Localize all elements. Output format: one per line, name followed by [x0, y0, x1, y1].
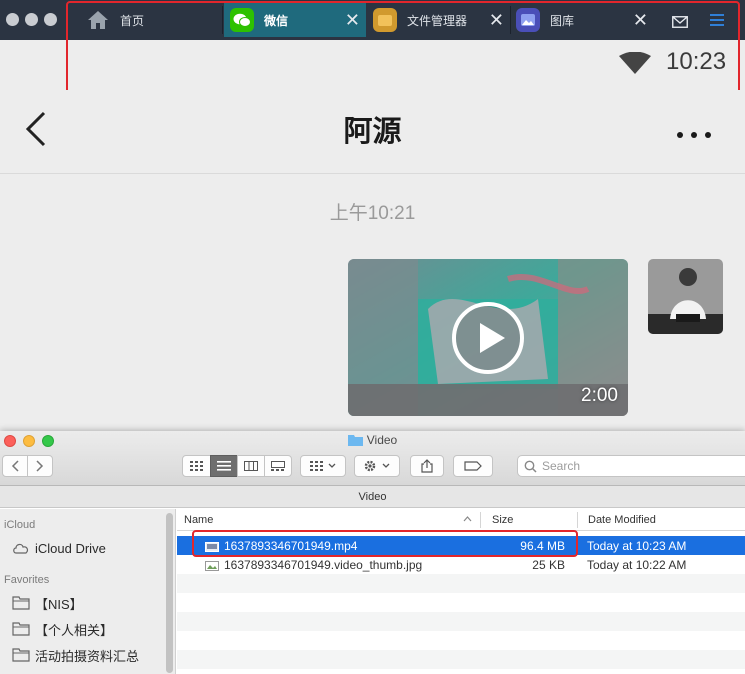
search-icon — [524, 459, 537, 479]
file-date: Today at 10:23 AM — [587, 539, 687, 553]
folder-icon — [347, 434, 363, 449]
folder-icon — [12, 596, 32, 610]
action-gear-button[interactable] — [354, 455, 400, 477]
sidebar-item-event-photos[interactable]: 活动拍摄资料汇总 — [12, 645, 139, 665]
sidebar-item-icloud-drive[interactable]: iCloud Drive — [12, 538, 106, 558]
empty-row — [177, 574, 745, 593]
forward-button[interactable] — [27, 455, 53, 477]
sidebar-item-label: 活动拍摄资料汇总 — [35, 648, 140, 664]
sidebar-item-label: 【NIS】 — [35, 596, 83, 612]
list-view-button[interactable] — [210, 455, 238, 477]
tags-button[interactable] — [453, 455, 493, 477]
column-size[interactable]: Size — [492, 514, 513, 526]
close-window-button[interactable] — [6, 13, 19, 26]
gallery-view-button[interactable] — [264, 455, 292, 477]
sidebar-item-nis[interactable]: 【NIS】 — [12, 593, 83, 613]
folder-icon — [12, 648, 32, 662]
more-options-icon[interactable] — [676, 120, 712, 145]
column-date-modified[interactable]: Date Modified — [588, 514, 656, 526]
image-file-icon — [205, 560, 219, 571]
share-button[interactable] — [410, 455, 444, 477]
folder-icon — [12, 622, 32, 636]
back-button[interactable] — [2, 455, 28, 477]
avatar[interactable] — [648, 259, 723, 334]
search-input[interactable]: Search — [517, 455, 745, 477]
table-row[interactable]: 1637893346701949.video_thumb.jpg 25 KB T… — [177, 555, 745, 574]
chat-title: 阿源 — [343, 114, 402, 148]
sidebar-scrollbar[interactable] — [166, 513, 173, 673]
group-by-button[interactable] — [300, 455, 346, 477]
finder-sidebar: iCloud iCloud Drive Favorites 【NIS】 【个人相… — [0, 509, 176, 674]
column-header: Name Size Date Modified — [177, 509, 745, 531]
sidebar-item-personal[interactable]: 【个人相关】 — [12, 619, 113, 639]
finder-toolbar: Video Search — [0, 431, 745, 486]
sort-chevron-up-icon — [463, 513, 472, 525]
sidebar-item-label: 【个人相关】 — [35, 622, 114, 638]
highlight-box — [66, 1, 740, 95]
empty-row — [177, 631, 745, 650]
path-title-bar: Video — [0, 486, 745, 508]
minimize-window-button[interactable] — [25, 13, 38, 26]
file-size: 25 KB — [532, 558, 565, 572]
search-placeholder: Search — [542, 459, 581, 473]
cloud-icon — [12, 542, 32, 554]
file-name: 1637893346701949.video_thumb.jpg — [224, 558, 423, 572]
empty-row — [177, 612, 745, 631]
column-name[interactable]: Name — [184, 514, 213, 526]
play-icon[interactable] — [451, 301, 525, 379]
highlight-box — [192, 530, 578, 557]
file-date: Today at 10:22 AM — [587, 558, 687, 572]
empty-row — [177, 593, 745, 612]
sidebar-section-favorites: Favorites — [4, 574, 50, 586]
column-view-button[interactable] — [237, 455, 265, 477]
empty-row — [177, 650, 745, 669]
zoom-window-button[interactable] — [44, 13, 57, 26]
sidebar-item-label: iCloud Drive — [35, 540, 106, 556]
sidebar-section-icloud: iCloud — [4, 519, 36, 531]
screen: 首页 微信 ✕ 文件管理器 ✕ 图库 ✕ 10:23 阿源 上午10:21 2:… — [0, 0, 745, 674]
message-timestamp: 上午10:21 — [329, 203, 416, 224]
finder-window: Video Search Video iCloud iCloud Drive F… — [0, 431, 745, 674]
finder-window-title: Video — [0, 433, 745, 449]
video-duration: 2:00 — [581, 385, 618, 406]
icon-view-button[interactable] — [182, 455, 211, 477]
